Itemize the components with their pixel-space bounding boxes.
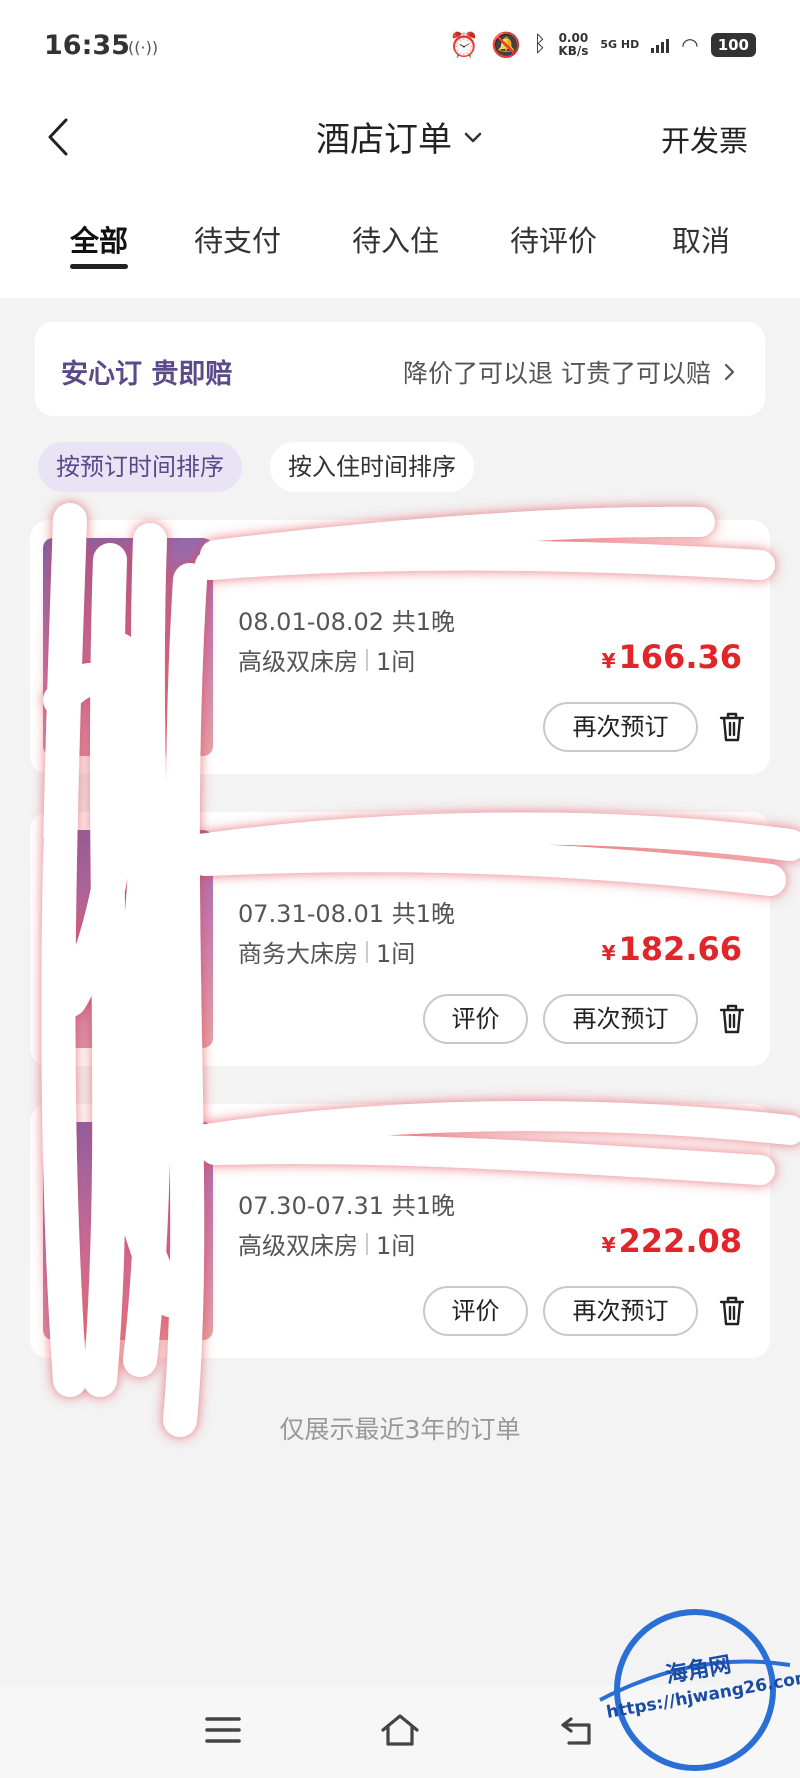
order-card[interactable]: 07.31-08.01 共1晚 商务大床房 1间 ¥182.66 评价 再次预订 (30, 812, 770, 1066)
room-info: 高级双床房 1间 (238, 642, 415, 677)
hotel-thumbnail (43, 1122, 213, 1340)
room-qty: 1间 (376, 940, 416, 968)
order-dates: 07.31-08.01 共1晚 (238, 900, 455, 928)
tab-all[interactable]: 全部 (70, 218, 128, 260)
watermark-logo: 海角网 https://hjwang26.com (595, 1590, 800, 1778)
price-value: 222.08 (618, 1222, 742, 1260)
order-price: ¥166.36 (602, 638, 742, 676)
bluetooth-icon: ᛒ (533, 32, 547, 57)
trash-icon[interactable] (716, 1294, 748, 1328)
alarm-icon: ⏰ (449, 31, 480, 59)
wifi-icon: ◠ (681, 33, 699, 57)
trash-icon[interactable] (716, 1002, 748, 1036)
home-button[interactable] (375, 1705, 425, 1755)
currency-symbol: ¥ (601, 1233, 616, 1257)
order-card[interactable]: 08.01-08.02 共1晚 高级双床房 1间 ¥166.36 再次预订 (30, 520, 770, 774)
history-note: 仅展示最近3年的订单 (279, 1415, 521, 1444)
hotel-thumbnail (43, 538, 213, 756)
chevron-down-icon (464, 132, 482, 142)
hotel-thumbnail (43, 830, 213, 1048)
currency-symbol: ¥ (601, 941, 616, 965)
signal-icon (651, 37, 670, 53)
review-button[interactable]: 评价 (423, 1286, 528, 1336)
tab-pending-checkin[interactable]: 待入住 (352, 218, 439, 260)
banner-title: 安心订 贵即赔 (61, 359, 233, 390)
trash-icon[interactable] (716, 710, 748, 744)
network-type: 5G HD (600, 38, 640, 51)
rebook-button[interactable]: 再次预订 (543, 702, 698, 752)
order-dates: 07.30-07.31 共1晚 (238, 1192, 455, 1220)
room-qty: 1间 (376, 648, 416, 676)
sort-by-checkin-chip[interactable]: 按入住时间排序 (270, 442, 474, 492)
room-qty: 1间 (376, 1232, 416, 1260)
price-value: 182.66 (618, 930, 742, 968)
order-dates: 08.01-08.02 共1晚 (238, 608, 455, 636)
hotel-name-redacted (238, 834, 758, 874)
tab-cancelled[interactable]: 取消 (672, 218, 730, 260)
net-speed-value: 0.00 (558, 31, 589, 45)
order-price: ¥222.08 (602, 1222, 742, 1260)
nfc-icon: ((·)) (128, 38, 159, 57)
tab-pending-review[interactable]: 待评价 (510, 218, 597, 260)
order-tabs: 全部 待支付 待入住 待评价 取消 (0, 218, 800, 278)
home-icon (381, 1714, 419, 1746)
rebook-button[interactable]: 再次预订 (543, 1286, 698, 1336)
hotel-name-redacted (238, 1126, 758, 1166)
order-price: ¥182.66 (602, 930, 742, 968)
mute-icon: 🔕 (491, 31, 522, 59)
guarantee-banner[interactable]: 安心订 贵即赔 降价了可以退 订贵了可以赔 (35, 322, 765, 416)
currency-symbol: ¥ (601, 649, 616, 673)
status-time: 16:35 (44, 30, 130, 61)
page-title: 酒店订单 (316, 120, 452, 160)
rebook-button[interactable]: 再次预订 (543, 994, 698, 1044)
status-bar: 16:35 ((·)) ⏰ 🔕 ᛒ 0.00 KB/s 5G HD ◠ 100 (0, 0, 800, 96)
return-icon (561, 1717, 591, 1745)
menu-button[interactable] (198, 1705, 248, 1755)
review-button[interactable]: 评价 (423, 994, 528, 1044)
room-type: 高级双床房 (238, 648, 358, 676)
invoice-button[interactable]: 开发票 (661, 118, 748, 160)
order-card[interactable]: 07.30-07.31 共1晚 高级双床房 1间 ¥222.08 评价 再次预订 (30, 1104, 770, 1358)
banner-desc-text: 降价了可以退 订贵了可以赔 (403, 359, 711, 388)
price-value: 166.36 (618, 638, 742, 676)
status-icons: ⏰ 🔕 ᛒ 0.00 KB/s 5G HD ◠ 100 (449, 32, 756, 58)
room-type: 高级双床房 (238, 1232, 358, 1260)
sort-by-booking-chip[interactable]: 按预订时间排序 (38, 442, 242, 492)
net-speed: 0.00 KB/s (558, 32, 588, 58)
net-speed-unit: KB/s (558, 44, 589, 58)
chevron-right-icon (724, 363, 735, 381)
banner-desc: 降价了可以退 订贵了可以赔 (403, 354, 735, 390)
room-info: 商务大床房 1间 (238, 934, 415, 969)
room-info: 高级双床房 1间 (238, 1226, 415, 1261)
title-dropdown[interactable]: 酒店订单 (316, 112, 484, 161)
battery-icon: 100 (710, 33, 756, 57)
hotel-name-redacted (238, 542, 758, 582)
menu-icon (205, 1717, 241, 1743)
room-type: 商务大床房 (238, 940, 358, 968)
tab-pending-payment[interactable]: 待支付 (194, 218, 281, 260)
tab-active-indicator (70, 264, 128, 269)
